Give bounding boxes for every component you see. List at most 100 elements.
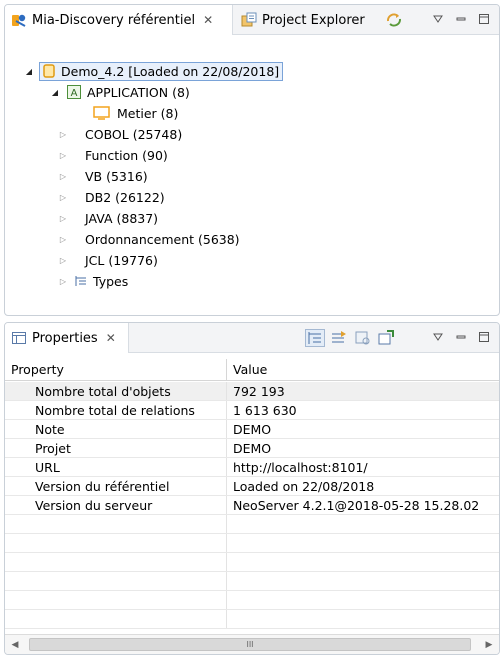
property-value: Loaded on 22/08/2018	[233, 479, 375, 494]
tree-item-java[interactable]: ▷ JAVA (8837)	[57, 208, 158, 228]
properties-tab-bar: Properties ✕	[5, 323, 499, 353]
properties-view: Properties ✕ Property Value Nombre total…	[4, 322, 500, 655]
tree-item-db2[interactable]: ▷ DB2 (26122)	[57, 187, 165, 207]
close-icon[interactable]: ✕	[203, 13, 213, 27]
show-advanced-icon[interactable]	[330, 330, 348, 346]
maximize-icon[interactable]	[477, 331, 491, 345]
view-menu-icon[interactable]	[431, 13, 445, 27]
tab-project-explorer-label: Project Explorer	[262, 12, 365, 28]
tree-application-row[interactable]: ◢ A APPLICATION (8)	[49, 82, 190, 102]
collapsed-arrow-icon[interactable]: ▷	[57, 256, 69, 265]
tree-item-label: Ordonnancement (5638)	[85, 231, 240, 247]
property-name: Nombre total d'objets	[5, 382, 227, 400]
tree-item-cobol[interactable]: ▷ COBOL (25748)	[57, 124, 182, 144]
empty-table-row	[5, 553, 499, 572]
referentiel-tree: ◢ Demo_4.2 [Loaded on 22/08/2018] ◢ A AP…	[5, 35, 499, 315]
empty-table-row	[5, 591, 499, 610]
tab-properties-label: Properties	[32, 330, 98, 346]
maximize-icon[interactable]	[477, 13, 491, 27]
tree-item-jcl[interactable]: ▷ JCL (19776)	[57, 250, 158, 270]
tree-metier-row[interactable]: Metier (8)	[93, 103, 178, 123]
column-header-property[interactable]: Property	[5, 359, 227, 381]
scroll-left-icon[interactable]: ◀	[7, 635, 23, 654]
svg-text:A: A	[71, 88, 78, 99]
table-row[interactable]: Version du référentiel Loaded on 22/08/2…	[5, 477, 499, 496]
filter-icon[interactable]	[354, 330, 372, 346]
column-header-value[interactable]: Value	[227, 359, 267, 381]
property-name: URL	[5, 458, 227, 476]
tree-item-label: VB (5316)	[85, 168, 148, 184]
property-name: Version du référentiel	[5, 477, 227, 495]
scroll-right-icon[interactable]: ▶	[481, 635, 497, 654]
mia-discovery-view: Mia-Discovery référentiel ✕ Project Expl…	[4, 4, 500, 316]
collapsed-arrow-icon[interactable]: ▷	[57, 235, 69, 244]
empty-table-row	[5, 534, 499, 553]
show-categories-icon[interactable]	[305, 329, 325, 347]
table-row[interactable]: Nombre total d'objets 792 193	[5, 382, 499, 401]
view-menu-icon[interactable]	[431, 331, 445, 345]
mia-discovery-icon	[11, 12, 27, 28]
empty-table-row	[5, 572, 499, 591]
properties-icon	[11, 330, 27, 346]
table-row[interactable]: Note DEMO	[5, 420, 499, 439]
tree-item-label: Types	[93, 273, 129, 289]
application-icon: A	[67, 85, 81, 99]
table-row[interactable]: Nombre total de relations 1 613 630	[5, 401, 499, 420]
property-value: NeoServer 4.2.1@2018-05-28 15.28.02	[233, 498, 480, 513]
minimize-icon[interactable]	[454, 13, 468, 27]
tab-mia-discovery-label: Mia-Discovery référentiel	[32, 12, 196, 28]
tab-mia-discovery[interactable]: Mia-Discovery référentiel ✕	[5, 5, 233, 35]
empty-table-row	[5, 515, 499, 534]
properties-table: Property Value Nombre total d'objets 792…	[5, 354, 499, 632]
tree-application-label: APPLICATION (8)	[87, 84, 190, 100]
types-icon	[75, 275, 87, 287]
tree-item-label: COBOL (25748)	[85, 126, 183, 142]
expanded-arrow-icon[interactable]: ◢	[23, 67, 35, 76]
empty-table-row	[5, 610, 499, 629]
tree-item-function[interactable]: ▷ Function (90)	[57, 145, 168, 165]
table-row[interactable]: Projet DEMO	[5, 439, 499, 458]
tree-item-ordonnancement[interactable]: ▷ Ordonnancement (5638)	[57, 229, 240, 249]
tree-root-selection[interactable]: Demo_4.2 [Loaded on 22/08/2018]	[39, 61, 284, 81]
tree-root-label: Demo_4.2 [Loaded on 22/08/2018]	[61, 63, 280, 79]
minimize-icon[interactable]	[454, 331, 468, 345]
collapsed-arrow-icon[interactable]: ▷	[57, 172, 69, 181]
tree-root-row[interactable]: ◢ Demo_4.2 [Loaded on 22/08/2018]	[23, 61, 284, 81]
table-row[interactable]: Version du serveur NeoServer 4.2.1@2018-…	[5, 496, 499, 515]
property-value: DEMO	[233, 441, 272, 456]
tree-item-vb[interactable]: ▷ VB (5316)	[57, 166, 148, 186]
expanded-arrow-icon[interactable]: ◢	[49, 88, 61, 97]
property-name: Note	[5, 420, 227, 438]
table-header: Property Value	[5, 359, 499, 381]
collapsed-arrow-icon[interactable]: ▷	[57, 151, 69, 160]
property-name: Projet	[5, 439, 227, 457]
property-value: 792 193	[233, 384, 285, 399]
tab-project-explorer[interactable]: Project Explorer	[235, 5, 371, 35]
tab-properties[interactable]: Properties ✕	[5, 323, 129, 353]
property-value: DEMO	[233, 422, 272, 437]
collapsed-arrow-icon[interactable]: ▷	[57, 193, 69, 202]
folder-icon	[93, 106, 111, 120]
tree-metier-label: Metier (8)	[117, 105, 179, 121]
database-icon	[43, 64, 55, 78]
property-value: 1 613 630	[233, 403, 297, 418]
tree-item-label: JAVA (8837)	[85, 210, 159, 226]
sync-icon[interactable]	[385, 11, 403, 29]
scrollbar-thumb[interactable]: III	[29, 638, 471, 651]
tree-item-label: JCL (19776)	[85, 252, 158, 268]
property-name: Version du serveur	[5, 496, 227, 514]
tree-item-types[interactable]: ▷ Types	[57, 271, 128, 291]
tree-item-label: Function (90)	[85, 147, 168, 163]
pin-icon[interactable]	[377, 330, 395, 346]
collapsed-arrow-icon[interactable]: ▷	[57, 130, 69, 139]
property-value: http://localhost:8101/	[233, 460, 368, 475]
horizontal-scrollbar[interactable]: ◀ III ▶	[5, 634, 499, 654]
collapsed-arrow-icon[interactable]: ▷	[57, 277, 69, 286]
top-tab-bar: Mia-Discovery référentiel ✕ Project Expl…	[5, 5, 499, 35]
collapsed-arrow-icon[interactable]: ▷	[57, 214, 69, 223]
table-row[interactable]: URL http://localhost:8101/	[5, 458, 499, 477]
property-name: Nombre total de relations	[5, 401, 227, 419]
project-explorer-icon	[241, 12, 257, 28]
tree-item-label: DB2 (26122)	[85, 189, 165, 205]
close-icon[interactable]: ✕	[106, 331, 116, 345]
